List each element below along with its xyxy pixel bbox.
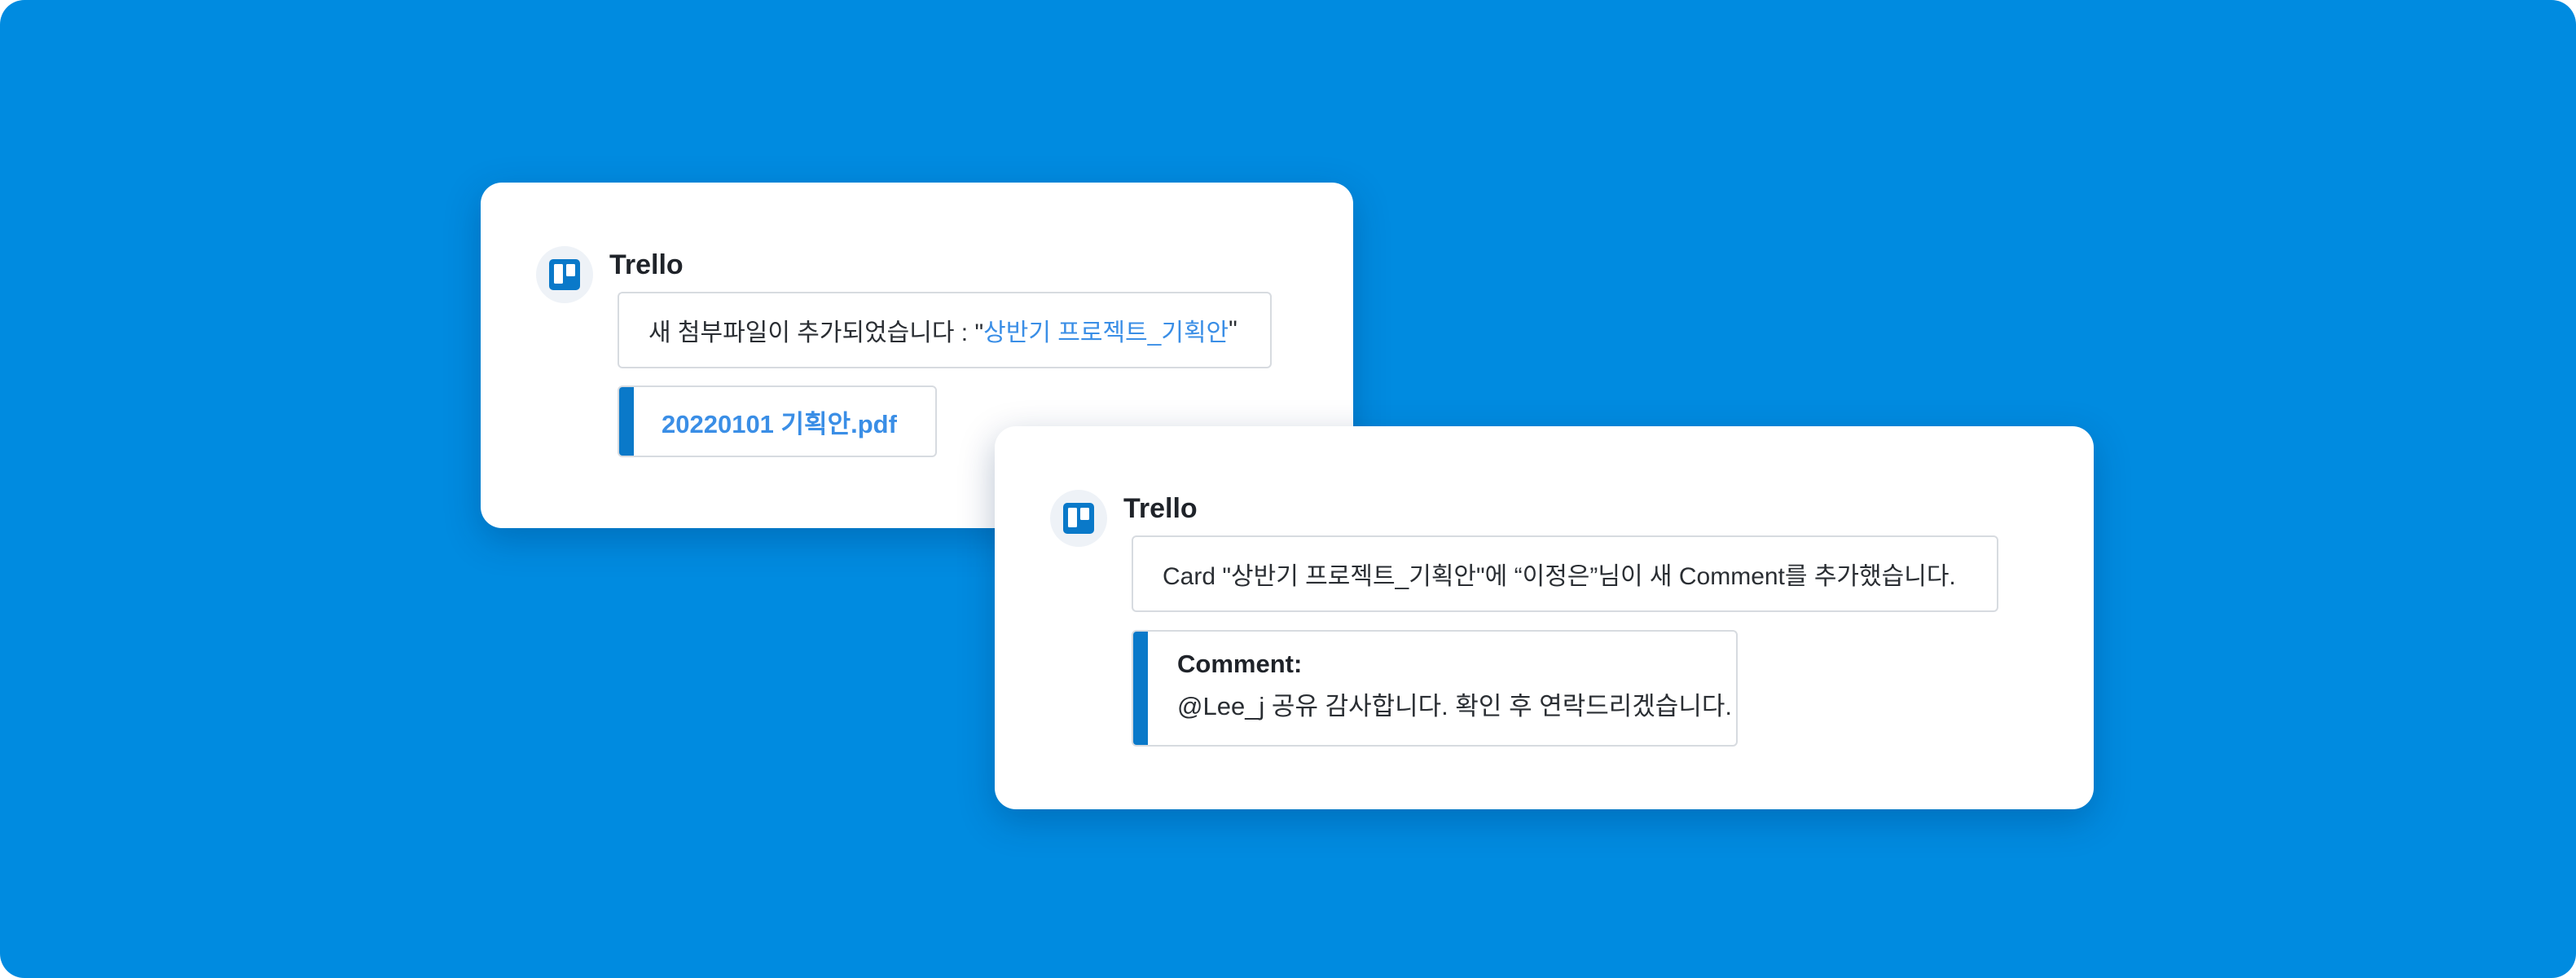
sender-avatar <box>536 246 593 303</box>
message-text: 새 첨부파일이 추가되었습니다 : " <box>648 319 984 346</box>
notification-message: 새 첨부파일이 추가되었습니다 : " 상반기 프로젝트_기획안 " <box>618 292 1272 368</box>
comment-title: Comment: <box>1177 650 1303 678</box>
sender-avatar <box>1050 490 1107 547</box>
background-canvas: Trello 새 첨부파일이 추가되었습니다 : " 상반기 프로젝트_기획안 " … <box>0 0 2576 978</box>
message-text: Card "상반기 프로젝트_기획안"에 “이정은”님이 새 Comment를 … <box>1163 563 1956 590</box>
sender-name: Trello <box>1123 493 1198 524</box>
message-text-end: " <box>1229 316 1237 343</box>
comment-box[interactable]: Comment: @Lee_j 공유 감사합니다. 확인 후 연락드리겠습니다. <box>1132 630 1738 747</box>
notification-card-comment: Trello Card "상반기 프로젝트_기획안"에 “이정은”님이 새 Co… <box>995 426 2094 809</box>
trello-icon <box>1063 503 1094 534</box>
comment-accent-bar <box>1133 632 1148 745</box>
card-link[interactable]: 상반기 프로젝트_기획안 <box>983 312 1229 348</box>
attachment-box[interactable]: 20220101 기획안.pdf <box>618 385 937 457</box>
attachment-file-link[interactable]: 20220101 기획안.pdf <box>662 387 897 456</box>
sender-name: Trello <box>609 249 684 280</box>
attachment-accent-bar <box>619 387 634 456</box>
trello-icon <box>549 259 580 290</box>
comment-body: @Lee_j 공유 감사합니다. 확인 후 연락드리겠습니다. <box>1177 692 1732 720</box>
notification-message: Card "상반기 프로젝트_기획안"에 “이정은”님이 새 Comment를 … <box>1132 535 1998 612</box>
